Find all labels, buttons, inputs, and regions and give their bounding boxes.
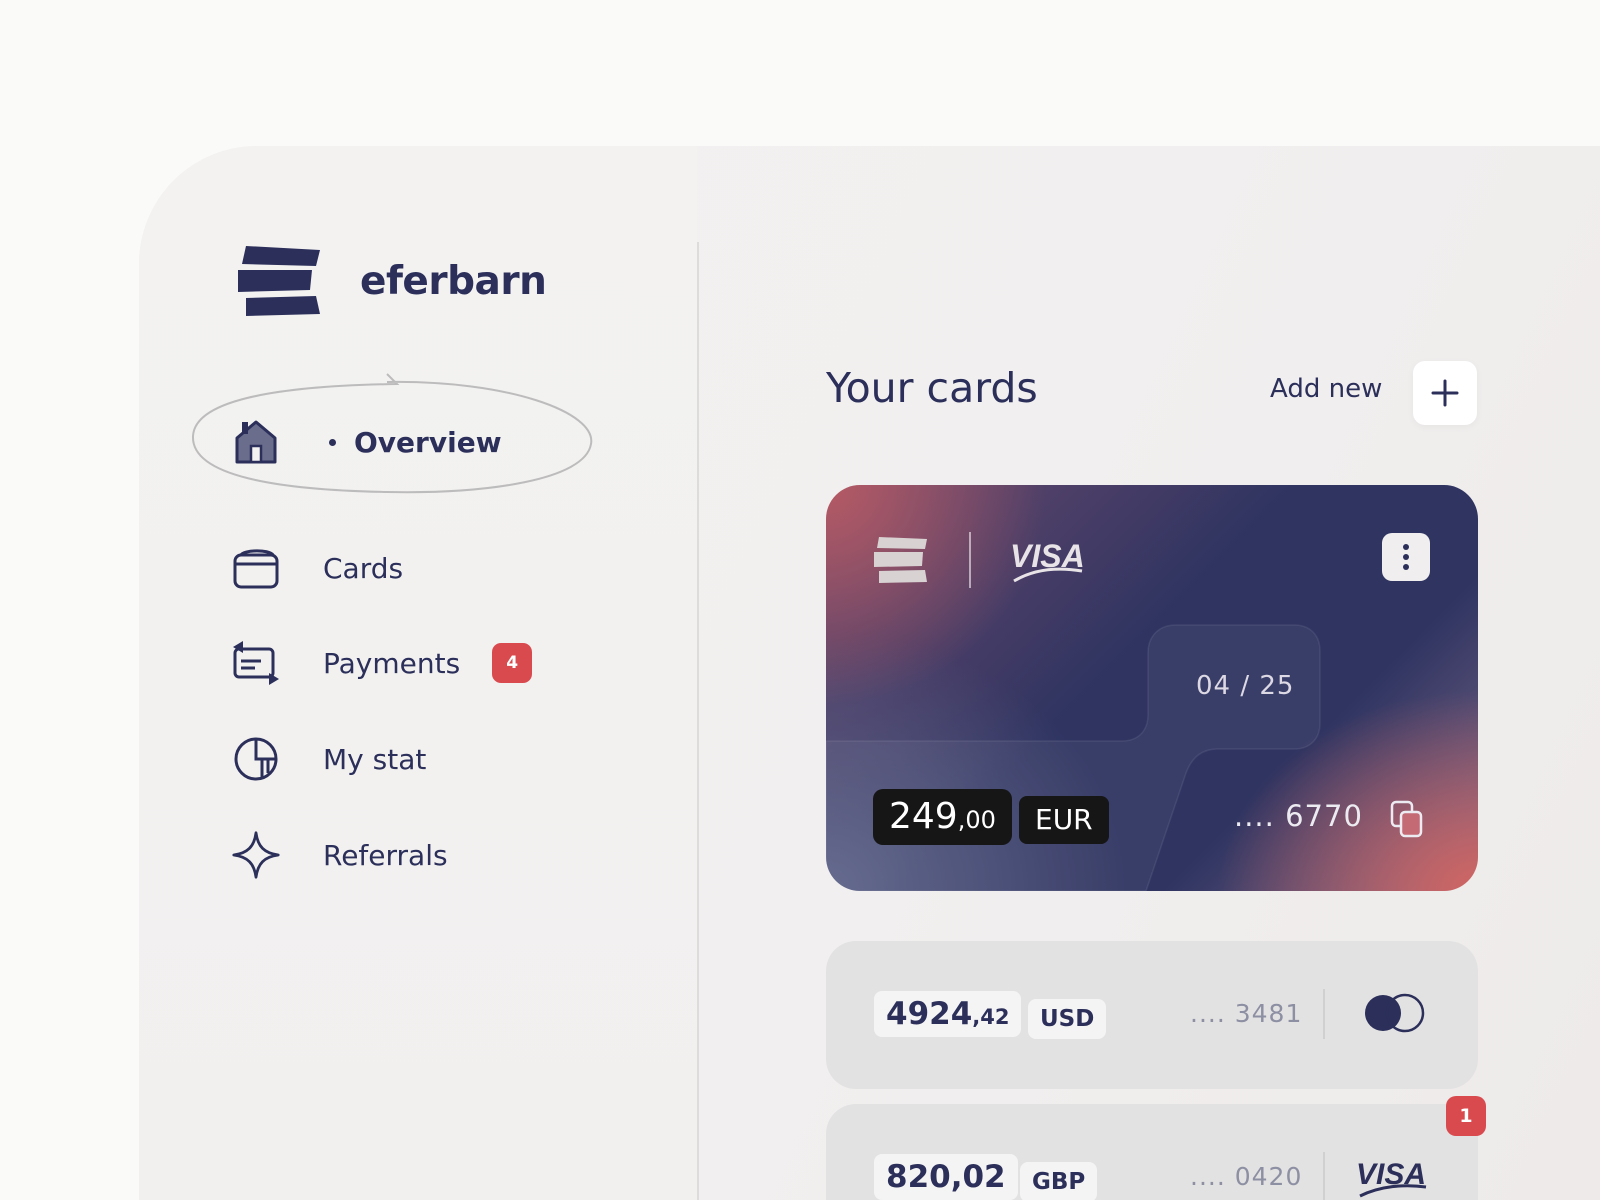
sidebar: eferbarn Overview Cards Payments 4 My st… [139, 146, 697, 1200]
eferbarn-card-logo-icon [874, 537, 927, 583]
card-number: .... 0420 [1190, 1162, 1303, 1191]
eferbarn-logo-icon [238, 246, 320, 316]
sidebar-item-label: Payments [323, 646, 461, 680]
primary-card[interactable]: VISA 04 / 25 249,00 EUR .... 6770 [826, 485, 1478, 891]
pie-chart-icon [231, 734, 281, 784]
balance-decimal: ,42 [972, 1005, 1010, 1029]
copy-icon[interactable] [1389, 799, 1425, 839]
sidebar-item-cards[interactable]: Cards [231, 540, 403, 596]
home-icon [231, 417, 281, 467]
visa-logo-icon: VISA [1356, 1158, 1427, 1198]
sidebar-divider [697, 242, 699, 1200]
sidebar-item-payments[interactable]: Payments 4 [231, 635, 533, 691]
wallet-icon [231, 543, 281, 593]
more-vertical-icon [1403, 544, 1409, 570]
card-logo-divider [969, 532, 971, 588]
balance-integer: 249 [889, 796, 958, 837]
add-card-button[interactable] [1413, 361, 1477, 425]
active-indicator-dot [329, 438, 336, 446]
card-currency: GBP [1020, 1162, 1098, 1200]
payments-icon [231, 638, 281, 688]
card-currency: EUR [1019, 796, 1109, 844]
card-balance: 249,00 [873, 789, 1012, 845]
visa-logo-icon: VISA [1010, 538, 1085, 583]
sidebar-item-referrals[interactable]: Referrals [231, 827, 448, 883]
sidebar-item-overview[interactable]: Overview [231, 414, 502, 470]
sidebar-item-label: My stat [323, 742, 427, 776]
card-row-usd[interactable]: 4924,42 USD .... 3481 [826, 941, 1478, 1089]
card-row-divider [1323, 1152, 1325, 1200]
sidebar-item-label: Overview [354, 425, 502, 459]
card-expiry: 04 / 25 [1196, 671, 1295, 701]
balance-integer: 820,02 [886, 1159, 1006, 1195]
sparkle-star-icon [231, 830, 281, 880]
add-new-link[interactable]: Add new [1270, 374, 1382, 404]
sidebar-item-my-stat[interactable]: My stat [231, 731, 426, 787]
payments-count-badge: 4 [492, 643, 533, 683]
card-row-gbp[interactable]: 820,02 GBP .... 0420 VISA [826, 1104, 1478, 1200]
mastercard-icon [1365, 993, 1425, 1033]
card-balance: 4924,42 [874, 991, 1022, 1037]
brand-name: eferbarn [360, 258, 547, 304]
card-currency: USD [1028, 999, 1107, 1039]
card-menu-button[interactable] [1382, 533, 1430, 581]
app-panel: eferbarn Overview Cards Payments 4 My st… [139, 146, 1600, 1200]
card-number: .... 6770 [1234, 799, 1363, 833]
balance-decimal: ,00 [957, 806, 996, 834]
page-title: Your cards [826, 364, 1038, 412]
plus-icon [1431, 379, 1459, 407]
brand[interactable]: eferbarn [236, 244, 547, 318]
sidebar-item-label: Cards [323, 551, 404, 585]
sidebar-item-label: Referrals [323, 838, 448, 872]
card-notification-badge: 1 [1446, 1096, 1486, 1136]
card-number: .... 3481 [1190, 999, 1303, 1028]
card-balance: 820,02 [874, 1154, 1018, 1200]
card-row-divider [1323, 989, 1325, 1039]
balance-integer: 4924 [886, 996, 973, 1032]
